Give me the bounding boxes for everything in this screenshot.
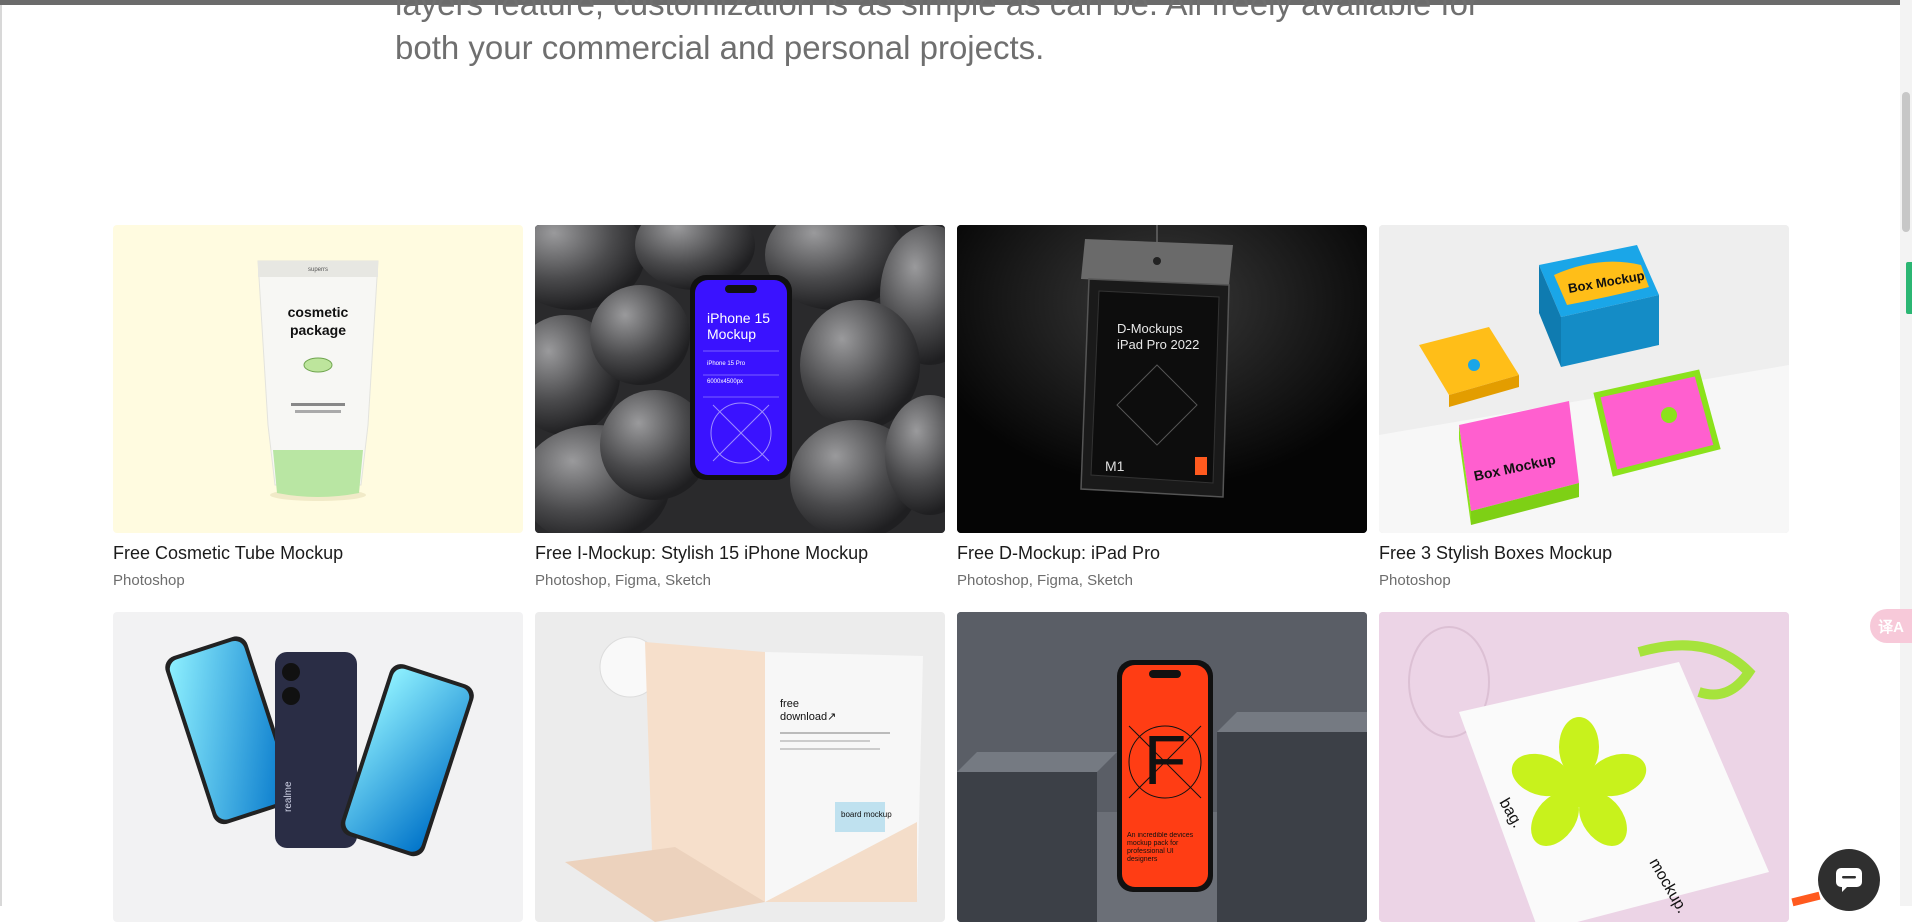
translate-button[interactable]: 译A — [1870, 609, 1912, 643]
boxes-mockup-image: Box Mockup Box Mockup — [1379, 225, 1789, 533]
mockup-thumbnail[interactable]: free download↗ board mockup — [535, 612, 945, 922]
folder-mockup-image: free download↗ board mockup — [565, 636, 923, 922]
svg-text:free: free — [780, 698, 799, 710]
intro-paragraph: layers feature, customization is as simp… — [395, 0, 1480, 66]
mockup-card[interactable]: Box Mockup Box Mockup Free 3 Stylish Box… — [1379, 225, 1789, 589]
f-phone-mockup-image: F An incredible devices mockup pack for … — [957, 612, 1367, 922]
f-phone-caption: An incredible devices mockup pack for pr… — [1127, 832, 1194, 863]
card-title[interactable]: Free I-Mockup: Stylish 15 iPhone Mockup — [535, 543, 868, 564]
mockup-card[interactable]: D-Mockups iPad Pro 2022 M1 Free D-Mockup… — [957, 225, 1367, 589]
card-tools: Photoshop, Figma, Sketch — [535, 572, 711, 589]
mockup-card[interactable]: superrs cosmetic package Free Cosmetic T… — [113, 225, 523, 589]
svg-text:iPhone 15: iPhone 15 — [707, 310, 770, 326]
mockup-thumbnail[interactable]: iPhone 15 Mockup iPhone 15 Pro 6000x4500… — [535, 225, 945, 533]
mockup-card[interactable]: free download↗ board mockup — [535, 612, 945, 922]
svg-text:download↗: download↗ — [780, 711, 836, 723]
side-extension-tab[interactable] — [1906, 262, 1912, 314]
mockup-thumbnail[interactable]: bag. mockup. — [1379, 612, 1789, 922]
chat-button[interactable] — [1818, 849, 1880, 911]
chat-bubble-icon — [1836, 868, 1862, 892]
vertical-scrollbar[interactable] — [1900, 0, 1912, 906]
svg-text:Mockup: Mockup — [707, 326, 756, 342]
iphone-mockup-image: iPhone 15 Mockup iPhone 15 Pro 6000x4500… — [535, 225, 945, 533]
mockup-thumbnail[interactable]: D-Mockups iPad Pro 2022 M1 — [957, 225, 1367, 533]
mockup-card[interactable]: realme — [113, 612, 523, 922]
mockup-thumbnail[interactable]: Box Mockup Box Mockup — [1379, 225, 1789, 533]
realme-phones-image: realme — [165, 636, 474, 857]
svg-text:iPhone 15 Pro: iPhone 15 Pro — [707, 361, 746, 367]
svg-text:superrs: superrs — [308, 267, 328, 273]
scrollbar-thumb[interactable] — [1902, 92, 1910, 232]
mockup-card[interactable]: bag. mockup. — [1379, 612, 1789, 922]
svg-text:board mockup: board mockup — [841, 810, 892, 819]
svg-text:iPad Pro 2022: iPad Pro 2022 — [1117, 337, 1199, 352]
translate-icon: 译A — [1878, 618, 1904, 636]
svg-text:6000x4500px: 6000x4500px — [707, 379, 743, 385]
card-tools: Photoshop — [1379, 572, 1451, 589]
window-frame-edge — [0, 0, 2, 906]
cosmetic-tube-image: superrs cosmetic package — [257, 260, 379, 501]
corner-accent — [1791, 891, 1821, 907]
svg-text:F: F — [1144, 721, 1187, 799]
svg-text:cosmetic: cosmetic — [288, 304, 349, 320]
tote-bag-mockup-image: bag. mockup. — [1379, 612, 1789, 922]
svg-text:M1: M1 — [1105, 458, 1125, 474]
ipad-mockup-image: D-Mockups iPad Pro 2022 M1 — [957, 225, 1367, 533]
card-title[interactable]: Free Cosmetic Tube Mockup — [113, 543, 343, 564]
card-tools: Photoshop, Figma, Sketch — [957, 572, 1133, 589]
svg-text:realme: realme — [283, 781, 294, 812]
mockup-card[interactable]: F An incredible devices mockup pack for … — [957, 612, 1367, 922]
card-title[interactable]: Free 3 Stylish Boxes Mockup — [1379, 543, 1612, 564]
svg-text:package: package — [290, 322, 346, 338]
mockup-card[interactable]: iPhone 15 Mockup iPhone 15 Pro 6000x4500… — [535, 225, 945, 589]
svg-text:D-Mockups: D-Mockups — [1117, 321, 1183, 336]
card-title[interactable]: Free D-Mockup: iPad Pro — [957, 543, 1160, 564]
card-tools: Photoshop — [113, 572, 185, 589]
mockup-thumbnail[interactable]: F An incredible devices mockup pack for … — [957, 612, 1367, 922]
mockup-thumbnail[interactable]: realme — [113, 612, 523, 922]
mockup-thumbnail[interactable]: superrs cosmetic package — [113, 225, 523, 533]
